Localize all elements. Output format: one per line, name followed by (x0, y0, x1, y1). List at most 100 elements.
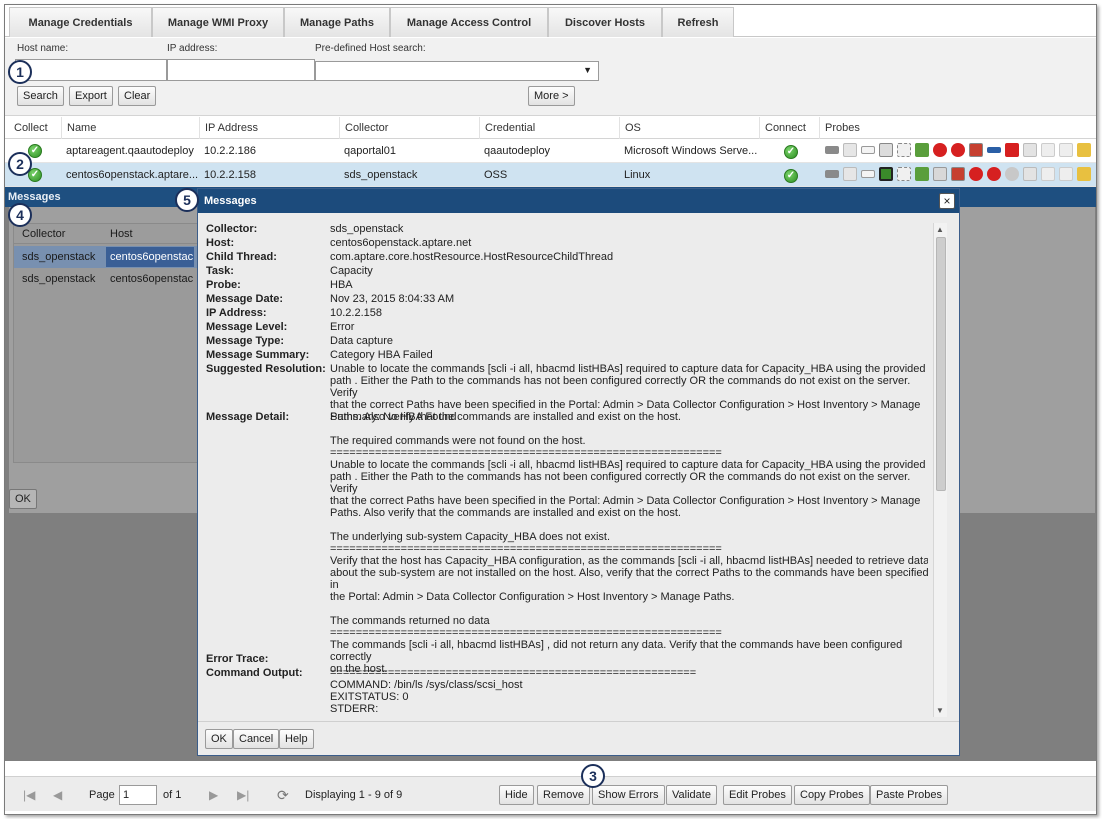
hide-button[interactable]: Hide (499, 785, 534, 805)
validate-button[interactable]: Validate (666, 785, 717, 805)
probe-network-icon[interactable] (915, 143, 929, 157)
col-ip-address[interactable]: IP Address (199, 117, 339, 139)
collector-cell: qaportal01 (344, 145, 396, 157)
tab-refresh[interactable]: Refresh (662, 7, 734, 37)
field-label: Collector: (206, 223, 258, 235)
probe-generic-icon[interactable] (843, 143, 857, 157)
probe-error-icon[interactable] (987, 167, 1001, 181)
probe-oracle-icon[interactable] (1005, 143, 1019, 157)
ip-cell: 10.2.2.158 (204, 169, 256, 181)
search-button[interactable]: Search (17, 86, 64, 106)
probe-error-icon[interactable] (951, 143, 965, 157)
table-row[interactable]: ✓ aptareagent.qaautodeploy 10.2.2.186 qa… (5, 139, 1096, 163)
tab-discover-hosts[interactable]: Discover Hosts (548, 7, 662, 37)
dialog-title: Messages (198, 189, 959, 213)
probe-user-icon[interactable] (1077, 167, 1091, 181)
tab-manage-access-control[interactable]: Manage Access Control (390, 7, 548, 37)
tab-manage-wmi-proxy[interactable]: Manage WMI Proxy (152, 7, 284, 37)
ip-address-field[interactable] (167, 59, 315, 81)
probe-generic-icon[interactable] (861, 146, 875, 154)
scroll-down-icon[interactable]: ▼ (936, 706, 944, 715)
col-connect[interactable]: Connect (759, 117, 819, 139)
dialog-scrollbar[interactable]: ▲ ▼ (933, 223, 947, 717)
probe-generic-icon[interactable] (1041, 167, 1055, 181)
field-label: Host: (206, 237, 235, 249)
probe-disk-icon[interactable] (825, 146, 839, 154)
probe-generic-icon[interactable] (1023, 167, 1037, 181)
callout-1: 1 (8, 60, 32, 84)
probe-generic-icon[interactable] (1023, 143, 1037, 157)
probe-error-icon[interactable] (969, 167, 983, 181)
probe-generic-icon[interactable] (969, 143, 983, 157)
col-os[interactable]: OS (619, 117, 759, 139)
probe-link-icon[interactable] (987, 147, 1001, 153)
host-name-cell: centos6openstack.aptare... (66, 169, 199, 181)
probe-generic-icon[interactable] (879, 143, 893, 157)
collect-check-icon[interactable]: ✓ (28, 144, 42, 158)
page-number-field[interactable]: 1 (119, 785, 157, 805)
show-errors-button[interactable]: Show Errors (592, 785, 665, 805)
col-name[interactable]: Name (61, 117, 199, 139)
field-label: Message Detail: (206, 411, 290, 423)
probe-generic-icon[interactable] (951, 167, 965, 181)
scroll-up-icon[interactable]: ▲ (936, 225, 944, 234)
last-page-icon[interactable]: ▶| (237, 785, 249, 805)
field-value: Error (330, 321, 355, 333)
predefined-search-select[interactable]: ▼ (315, 61, 599, 81)
export-button[interactable]: Export (69, 86, 113, 106)
table-row[interactable]: sds_openstack centos6openstac (14, 268, 200, 290)
edit-probes-button[interactable]: Edit Probes (723, 785, 792, 805)
col-collector[interactable]: Collector (339, 117, 479, 139)
col-collect[interactable]: Collect (9, 117, 61, 139)
probe-hba-icon[interactable] (879, 167, 893, 181)
callout-2: 2 (8, 152, 32, 176)
scrollbar-thumb[interactable] (936, 237, 946, 491)
field-value: Data capture (330, 335, 393, 347)
toolbar-tabs: Manage Credentials Manage WMI Proxy Mana… (5, 5, 1096, 37)
probe-sql-icon[interactable] (1059, 167, 1073, 181)
tab-manage-credentials[interactable]: Manage Credentials (9, 7, 152, 37)
more-button[interactable]: More > (528, 86, 575, 106)
next-page-icon[interactable]: ▶ (209, 785, 218, 805)
probe-network-icon[interactable] (915, 167, 929, 181)
table-row[interactable]: sds_openstack centos6openstac (14, 246, 200, 268)
probe-user-icon[interactable] (1077, 143, 1091, 157)
probe-sql-icon[interactable] (1059, 143, 1073, 157)
probe-generic-icon[interactable] (897, 167, 911, 181)
collector-cell: sds_openstack (344, 169, 418, 181)
help-button[interactable]: Help (279, 729, 314, 749)
first-page-icon[interactable]: |◀ (23, 785, 35, 805)
host-name-field[interactable] (15, 59, 167, 81)
app-window: Manage Credentials Manage WMI Proxy Mana… (4, 4, 1097, 815)
close-icon[interactable]: × (939, 193, 955, 209)
probe-generic-icon[interactable] (861, 170, 875, 178)
messages-ok-button[interactable]: OK (9, 489, 37, 509)
col-credential[interactable]: Credential (479, 117, 619, 139)
clear-button[interactable]: Clear (118, 86, 157, 106)
cancel-button[interactable]: Cancel (233, 729, 280, 749)
probe-generic-icon[interactable] (1005, 167, 1019, 181)
probe-generic-icon[interactable] (843, 167, 857, 181)
refresh-icon[interactable]: ⟳ (277, 785, 289, 805)
field-value: Summary: No HBA Found The required comma… (330, 411, 928, 675)
host-cell: centos6openstac (110, 273, 194, 285)
field-value: 10.2.2.158 (330, 307, 382, 319)
remove-button[interactable]: Remove (537, 785, 590, 805)
table-row[interactable]: ✓ centos6openstack.aptare... 10.2.2.158 … (5, 163, 1096, 187)
probe-generic-icon[interactable] (897, 143, 911, 157)
col-collector[interactable]: Collector (18, 224, 104, 244)
col-host[interactable]: Host (106, 224, 196, 244)
col-probes[interactable]: Probes (819, 117, 1096, 139)
displaying-count: Displaying 1 - 9 of 9 (305, 789, 403, 801)
ip-address-label: IP address: (167, 43, 218, 54)
tab-manage-paths[interactable]: Manage Paths (284, 7, 390, 37)
paste-probes-button[interactable]: Paste Probes (870, 785, 949, 805)
field-value: ========================================… (330, 667, 697, 715)
probe-error-icon[interactable] (933, 143, 947, 157)
prev-page-icon[interactable]: ◀ (53, 785, 62, 805)
ok-button[interactable]: OK (205, 729, 233, 749)
probe-generic-icon[interactable] (1041, 143, 1055, 157)
probe-disk-icon[interactable] (825, 170, 839, 178)
probe-generic-icon[interactable] (933, 167, 947, 181)
copy-probes-button[interactable]: Copy Probes (794, 785, 870, 805)
